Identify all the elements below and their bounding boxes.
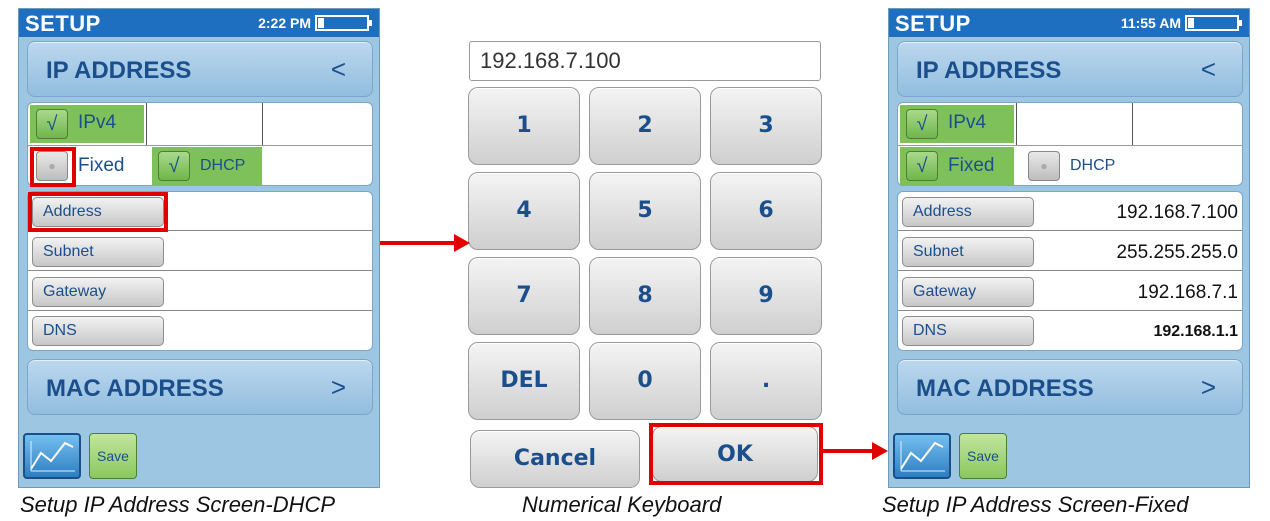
subnet-value: 255.255.255.0 — [1116, 242, 1238, 263]
caption-dhcp: Setup IP Address Screen-DHCP — [20, 492, 336, 517]
ip-address-label: IP ADDRESS — [46, 57, 192, 84]
ipv4-label: IPv4 — [78, 112, 117, 133]
dns-button[interactable]: DNS — [32, 316, 164, 346]
ipv4-label: IPv4 — [948, 112, 987, 133]
title-bar: SETUP 2:22 PM — [19, 9, 379, 37]
save-button[interactable]: Save — [89, 433, 137, 479]
mac-address-label: MAC ADDRESS — [46, 375, 224, 402]
key-0[interactable]: 0 — [589, 342, 701, 420]
mac-address-header[interactable]: MAC ADDRESS > — [27, 359, 373, 415]
address-button[interactable]: Address — [902, 197, 1034, 227]
setup-screen-fixed: SETUP 11:55 AM IP ADDRESS < √ IPv4 √ Fix… — [888, 8, 1250, 488]
ip-address-header[interactable]: IP ADDRESS < — [27, 41, 373, 97]
dhcp-label: DHCP — [200, 157, 246, 174]
arrow-to-keypad — [380, 241, 456, 245]
battery-icon — [315, 15, 372, 31]
dns-button[interactable]: DNS — [902, 316, 1034, 346]
address-value: 192.168.7.100 — [1116, 202, 1238, 223]
title-bar: SETUP 11:55 AM — [889, 9, 1249, 37]
ipv4-checkbox[interactable]: √ — [906, 109, 938, 139]
key-4[interactable]: 4 — [468, 172, 580, 250]
arrowhead-icon — [872, 442, 888, 460]
dhcp-label: DHCP — [1070, 157, 1116, 174]
key-dot[interactable]: . — [710, 342, 822, 420]
arrow-to-fixed-screen — [823, 449, 875, 453]
ip-entry-field[interactable]: 192.168.7.100 — [469, 41, 821, 81]
arrowhead-icon — [454, 234, 470, 252]
highlight-address-button — [28, 192, 168, 232]
clock: 2:22 PM — [258, 15, 311, 31]
key-2[interactable]: 2 — [589, 87, 701, 165]
ipv4-checkbox[interactable]: √ — [36, 109, 68, 139]
chart-icon[interactable] — [893, 433, 951, 479]
caption-fixed: Setup IP Address Screen-Fixed — [882, 492, 1189, 517]
key-7[interactable]: 7 — [468, 257, 580, 335]
key-5[interactable]: 5 — [589, 172, 701, 250]
subnet-button[interactable]: Subnet — [32, 237, 164, 267]
fixed-label: Fixed — [948, 155, 995, 176]
caption-keypad: Numerical Keyboard — [522, 492, 722, 517]
gateway-button[interactable]: Gateway — [902, 277, 1034, 307]
key-9[interactable]: 9 — [710, 257, 822, 335]
gateway-value: 192.168.7.1 — [1137, 282, 1238, 303]
collapse-arrow-icon: < — [1200, 54, 1216, 84]
key-1[interactable]: 1 — [468, 87, 580, 165]
setup-screen-dhcp: SETUP 2:22 PM IP ADDRESS < √ IPv4 ● Fixe… — [18, 8, 380, 488]
key-8[interactable]: 8 — [589, 257, 701, 335]
battery-icon — [1185, 15, 1242, 31]
key-delete[interactable]: DEL — [468, 342, 580, 420]
key-3[interactable]: 3 — [710, 87, 822, 165]
cancel-button[interactable]: Cancel — [470, 430, 640, 488]
highlight-fixed-checkbox — [30, 147, 76, 187]
screen-title: SETUP — [895, 11, 971, 36]
ip-address-label: IP ADDRESS — [916, 57, 1062, 84]
ip-mode-panel: √ IPv4 ● Fixed √ DHCP — [27, 102, 373, 186]
ip-address-header[interactable]: IP ADDRESS < — [897, 41, 1243, 97]
fixed-label: Fixed — [78, 155, 125, 176]
highlight-ok-button — [649, 423, 823, 485]
collapse-arrow-icon: < — [330, 54, 346, 84]
address-fields-panel: Address 192.168.7.100 Subnet 255.255.255… — [897, 191, 1243, 351]
gateway-button[interactable]: Gateway — [32, 277, 164, 307]
save-button[interactable]: Save — [959, 433, 1007, 479]
fixed-checkbox[interactable]: √ — [906, 151, 938, 181]
dns-value: 192.168.1.1 — [1153, 323, 1238, 340]
key-6[interactable]: 6 — [710, 172, 822, 250]
expand-arrow-icon: > — [330, 372, 346, 402]
dhcp-checkbox[interactable]: √ — [158, 151, 190, 181]
mac-address-label: MAC ADDRESS — [916, 375, 1094, 402]
screen-title: SETUP — [25, 11, 101, 36]
ip-mode-panel: √ IPv4 √ Fixed ● DHCP — [897, 102, 1243, 186]
chart-icon[interactable] — [23, 433, 81, 479]
dhcp-checkbox[interactable]: ● — [1028, 151, 1060, 181]
clock: 11:55 AM — [1120, 15, 1181, 31]
mac-address-header[interactable]: MAC ADDRESS > — [897, 359, 1243, 415]
subnet-button[interactable]: Subnet — [902, 237, 1034, 267]
expand-arrow-icon: > — [1200, 372, 1216, 402]
